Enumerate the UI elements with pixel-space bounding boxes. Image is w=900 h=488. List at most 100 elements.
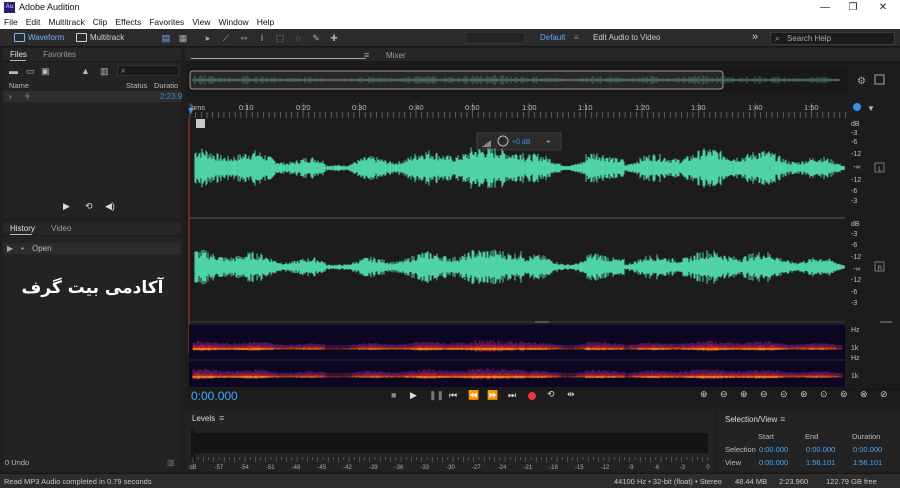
selection-duration-field[interactable]: 0:00.000: [853, 445, 900, 454]
new-file-icon[interactable]: ▣: [41, 66, 50, 77]
healing-tool-icon[interactable]: ✚: [328, 32, 340, 44]
zoom-in-point-icon[interactable]: ⊛: [800, 389, 808, 400]
zoom-lock-icon[interactable]: [853, 103, 861, 111]
zoom-out-full-icon[interactable]: ⊝: [780, 389, 788, 400]
workspace-search-field[interactable]: [465, 32, 525, 44]
workspace-edit-audio-video[interactable]: Edit Audio to Video: [593, 32, 660, 44]
channel-right-label[interactable]: R: [878, 265, 883, 272]
fast-forward-button[interactable]: ⏩: [487, 390, 498, 401]
workspace-menu-icon[interactable]: ≡: [574, 32, 579, 44]
zoom-in-amplitude-icon[interactable]: ⊕: [700, 389, 708, 400]
column-status[interactable]: Status: [126, 81, 147, 90]
view-duration-field[interactable]: 1:56.101: [853, 458, 900, 467]
zoom-in-time-icon[interactable]: ⊕: [740, 389, 748, 400]
menu-view[interactable]: View: [188, 15, 214, 29]
files-search-input[interactable]: ⌕: [117, 65, 179, 76]
status-free-space: 122.79 GB free: [826, 477, 877, 486]
column-duration[interactable]: Duratio: [154, 81, 178, 90]
levels-menu-icon[interactable]: ≡: [219, 413, 224, 423]
move-tool-icon[interactable]: ▸: [202, 32, 214, 44]
pin-icon[interactable]: ▼: [867, 104, 875, 113]
time-tick-label: 0:10: [239, 103, 254, 112]
editor-menu-icon[interactable]: ≡: [364, 50, 369, 60]
splitter-handle[interactable]: [535, 321, 549, 323]
db-label: dB: [851, 221, 860, 228]
zoom-tracks-icon[interactable]: ⊘: [880, 389, 888, 400]
insert-multitrack-icon[interactable]: ▲: [81, 66, 90, 76]
menu-edit[interactable]: Edit: [22, 15, 45, 29]
more-workspaces-chevron[interactable]: »: [752, 31, 758, 43]
close-button[interactable]: ✕: [868, 0, 898, 15]
menu-file[interactable]: File: [0, 15, 22, 29]
stop-button[interactable]: ■: [391, 390, 396, 400]
level-scale-label: -45: [317, 465, 326, 471]
expand-chevron-icon[interactable]: ›: [9, 92, 12, 101]
level-scale-label: -9: [628, 465, 634, 471]
db-label: -3: [851, 300, 858, 307]
record-button[interactable]: [528, 392, 536, 400]
play-preview-icon[interactable]: ▶: [63, 201, 70, 212]
waveform-view-button[interactable]: Waveform: [12, 31, 64, 45]
menu-clip[interactable]: Clip: [89, 15, 112, 29]
minimize-button[interactable]: —: [810, 0, 840, 15]
menu-help[interactable]: Help: [253, 15, 278, 29]
open-file-icon[interactable]: ▬: [9, 66, 18, 76]
loop-preview-icon[interactable]: ⟲: [85, 201, 93, 212]
db-label: -6: [851, 289, 858, 296]
history-panel: History Video ▶ ▪ Open 0 Undo ▥: [3, 222, 181, 471]
marquee-tool-icon[interactable]: ⬚: [274, 32, 286, 44]
hud-toggle-icon[interactable]: [196, 119, 205, 128]
volume-icon[interactable]: ◀): [105, 201, 115, 212]
razor-tool-icon[interactable]: ⟋: [220, 32, 232, 44]
brush-tool-icon[interactable]: ✎: [310, 32, 322, 44]
spectral-display-icon[interactable]: ▦: [177, 32, 189, 44]
waveform-icon: [14, 33, 25, 42]
file-row[interactable]: › ⫩ 2:23.9: [3, 91, 182, 102]
channel-left-label[interactable]: L: [878, 166, 882, 173]
current-time-display[interactable]: 0:00.000: [191, 389, 238, 403]
maximize-button[interactable]: ❐: [838, 0, 868, 15]
lasso-tool-icon[interactable]: ◌: [292, 32, 304, 44]
rewind-button[interactable]: ⏪: [468, 390, 479, 401]
level-scale-label: -12: [601, 465, 610, 471]
zoom-out-time-icon[interactable]: ⊖: [760, 389, 768, 400]
files-panel: Files Favorites ▬ ▭ ▣ ▲ ▥ ⌕ Name Status …: [3, 48, 182, 218]
workspace-default[interactable]: Default: [540, 32, 565, 44]
next-button[interactable]: ⏭: [508, 390, 516, 401]
time-tick-label: 0:20: [296, 103, 311, 112]
column-name[interactable]: Name: [9, 81, 29, 90]
zoom-out-amplitude-icon[interactable]: ⊖: [720, 389, 728, 400]
hud-pin-icon[interactable]: ⌖: [546, 137, 551, 146]
slip-tool-icon[interactable]: ⇿: [238, 32, 250, 44]
pause-button[interactable]: ❚❚: [429, 390, 444, 401]
time-tick-label: 1:10: [578, 103, 593, 112]
zoom-selected-track-icon[interactable]: ⊗: [860, 389, 868, 400]
tab-video[interactable]: Video: [44, 222, 78, 236]
trash-icon[interactable]: ▥: [100, 66, 109, 77]
selection-view-menu-icon[interactable]: ≡: [780, 414, 785, 424]
history-item[interactable]: ▶ ▪ Open: [3, 243, 181, 254]
zoom-selection-icon[interactable]: ⊚: [840, 389, 848, 400]
import-file-icon[interactable]: ▭: [26, 66, 35, 77]
skip-selection-button[interactable]: ⇹: [567, 389, 575, 400]
menu-favorites[interactable]: Favorites: [145, 15, 188, 29]
zoom-navigator-icon[interactable]: ⚙: [857, 76, 866, 87]
khz-label: 1k: [851, 373, 859, 380]
menu-window[interactable]: Window: [214, 15, 252, 29]
waveform-editor-icon[interactable]: ▤: [160, 32, 172, 44]
level-scale-label: -21: [523, 465, 532, 471]
previous-button[interactable]: ⏮: [449, 390, 457, 401]
tab-mixer[interactable]: Mixer: [386, 51, 406, 60]
clear-history-icon[interactable]: ▥: [167, 458, 175, 467]
splitter-handle-right[interactable]: [880, 321, 892, 323]
time-selection-tool-icon[interactable]: I: [256, 32, 268, 44]
hud-gain-value[interactable]: +0 dB: [512, 139, 531, 146]
multitrack-view-button[interactable]: Multitrack: [74, 31, 124, 45]
search-help-input[interactable]: ⌕ Search Help: [770, 32, 895, 45]
menu-effects[interactable]: Effects: [111, 15, 145, 29]
zoom-in-out-point-icon[interactable]: ⊙: [820, 389, 828, 400]
tab-favorites[interactable]: Favorites: [36, 48, 83, 62]
play-button[interactable]: ▶: [410, 390, 417, 401]
loop-playback-button[interactable]: ⟲: [547, 389, 555, 400]
menu-multitrack[interactable]: Multitrack: [44, 15, 88, 29]
